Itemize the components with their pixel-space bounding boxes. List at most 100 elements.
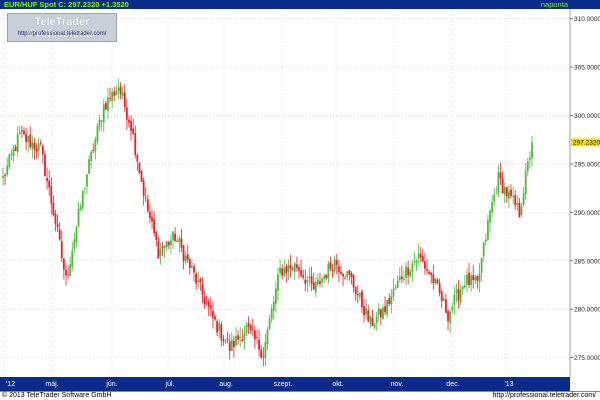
candle-body bbox=[466, 274, 468, 285]
candle-body bbox=[167, 241, 170, 246]
candle-body bbox=[449, 311, 452, 324]
candle-body bbox=[130, 121, 132, 131]
candle-body bbox=[23, 130, 25, 135]
candle-body bbox=[12, 148, 15, 157]
candle-body bbox=[172, 231, 174, 241]
candle-body bbox=[308, 276, 311, 279]
candle-body bbox=[212, 310, 214, 318]
candle-body bbox=[214, 316, 216, 320]
candle-body bbox=[180, 238, 183, 248]
candle-body bbox=[46, 178, 48, 182]
candle-body bbox=[302, 274, 305, 278]
candle-body bbox=[277, 274, 279, 291]
candle-body bbox=[222, 339, 225, 342]
candle-body bbox=[518, 202, 521, 217]
candle-body bbox=[455, 289, 458, 293]
candle-body bbox=[306, 280, 309, 283]
x-tick-label: '13 bbox=[504, 381, 513, 388]
candle-body bbox=[25, 133, 27, 142]
candle-body bbox=[369, 316, 372, 324]
candle-body bbox=[478, 273, 481, 283]
y-tick-label: 310.0000 bbox=[574, 16, 600, 23]
y-axis: 310.0000 305.0000 300.0000 295.0000 290.0000… bbox=[569, 9, 600, 391]
candle-body bbox=[289, 265, 292, 269]
candle-body bbox=[52, 202, 55, 216]
x-tick-label: '12 bbox=[6, 381, 15, 388]
y-tick-label: 285.0000 bbox=[574, 258, 600, 265]
candle-body bbox=[531, 142, 533, 159]
candle-body bbox=[356, 294, 359, 296]
candle-body bbox=[33, 142, 36, 150]
candle-body bbox=[529, 157, 531, 160]
candle-body bbox=[394, 287, 397, 289]
candle-body bbox=[123, 92, 126, 107]
y-tick-label: 290.0000 bbox=[574, 210, 600, 217]
footer-url[interactable]: http://professional.teletrader.com/ bbox=[493, 392, 597, 400]
candle-body bbox=[419, 254, 422, 258]
candle-body bbox=[197, 280, 200, 283]
candle-body bbox=[365, 308, 368, 315]
candle-body bbox=[77, 208, 80, 227]
x-tick-label: máj. bbox=[45, 381, 58, 388]
candle-body bbox=[272, 301, 275, 311]
candle-body bbox=[314, 281, 317, 292]
candle-body bbox=[207, 301, 210, 307]
candle-body bbox=[270, 308, 273, 319]
period-label[interactable]: naponta bbox=[541, 0, 568, 9]
candle-body bbox=[350, 273, 353, 278]
candle-body bbox=[8, 154, 11, 168]
candle-body bbox=[188, 259, 191, 268]
candle-body bbox=[508, 191, 510, 199]
candle-body bbox=[428, 271, 431, 275]
candle-body bbox=[37, 143, 40, 151]
candle-body bbox=[113, 91, 116, 96]
candle-body bbox=[165, 241, 168, 248]
y-tick-label: 305.0000 bbox=[574, 65, 600, 72]
candle-body bbox=[367, 310, 370, 322]
candle-body bbox=[316, 279, 319, 285]
candle-body bbox=[426, 269, 428, 271]
candle-body bbox=[459, 289, 462, 303]
copyright-text: © 2013 TeleTrader Software GmbH bbox=[2, 392, 112, 399]
candle-body bbox=[220, 324, 223, 340]
candle-body bbox=[149, 211, 151, 219]
candle-body bbox=[75, 226, 78, 242]
candle-body bbox=[474, 276, 477, 281]
candle-body bbox=[44, 154, 46, 177]
candle-body bbox=[121, 92, 124, 96]
candle-body bbox=[363, 306, 365, 316]
candle-body bbox=[100, 120, 103, 122]
candle-body bbox=[226, 339, 229, 341]
y-tick-label: 295.0000 bbox=[574, 161, 600, 168]
chart-window: EUR/HUF Spot C: 297.2320 +1.3520 naponta… bbox=[0, 0, 600, 400]
instrument-quote: EUR/HUF Spot C: 297.2320 +1.3520 bbox=[4, 0, 129, 9]
candle-body bbox=[62, 258, 65, 270]
candle-body bbox=[526, 161, 529, 171]
x-axis: '12 máj. jún. júl. aug. szept. okt. nov. dec. '13 bbox=[0, 377, 570, 391]
candle-body bbox=[440, 291, 443, 302]
candle-body bbox=[138, 162, 141, 173]
candle-body bbox=[476, 275, 479, 281]
candle-body bbox=[340, 271, 342, 274]
candle-body bbox=[134, 133, 137, 156]
candle-body bbox=[371, 317, 374, 326]
chart-header-bar: EUR/HUF Spot C: 297.2320 +1.3520 naponta bbox=[0, 0, 600, 9]
candle-body bbox=[281, 268, 284, 276]
candle-body bbox=[102, 104, 105, 123]
plot-area bbox=[0, 9, 570, 377]
candle-body bbox=[348, 270, 351, 275]
candle-body bbox=[400, 276, 403, 279]
candle-body bbox=[163, 245, 166, 248]
candle-body bbox=[6, 165, 9, 175]
candle-body bbox=[254, 330, 256, 340]
candle-body bbox=[293, 263, 296, 272]
price-chart[interactable]: 310.0000 305.0000 300.0000 295.0000 290.0000… bbox=[0, 9, 600, 391]
candle-body bbox=[321, 278, 323, 283]
candle-body bbox=[524, 171, 527, 195]
x-tick-label: aug. bbox=[219, 381, 233, 388]
candle-body bbox=[2, 176, 4, 179]
candle-body bbox=[67, 273, 69, 275]
y-tick-label: 280.0000 bbox=[574, 307, 600, 314]
candle-body bbox=[245, 325, 248, 333]
candle-body bbox=[438, 283, 441, 293]
